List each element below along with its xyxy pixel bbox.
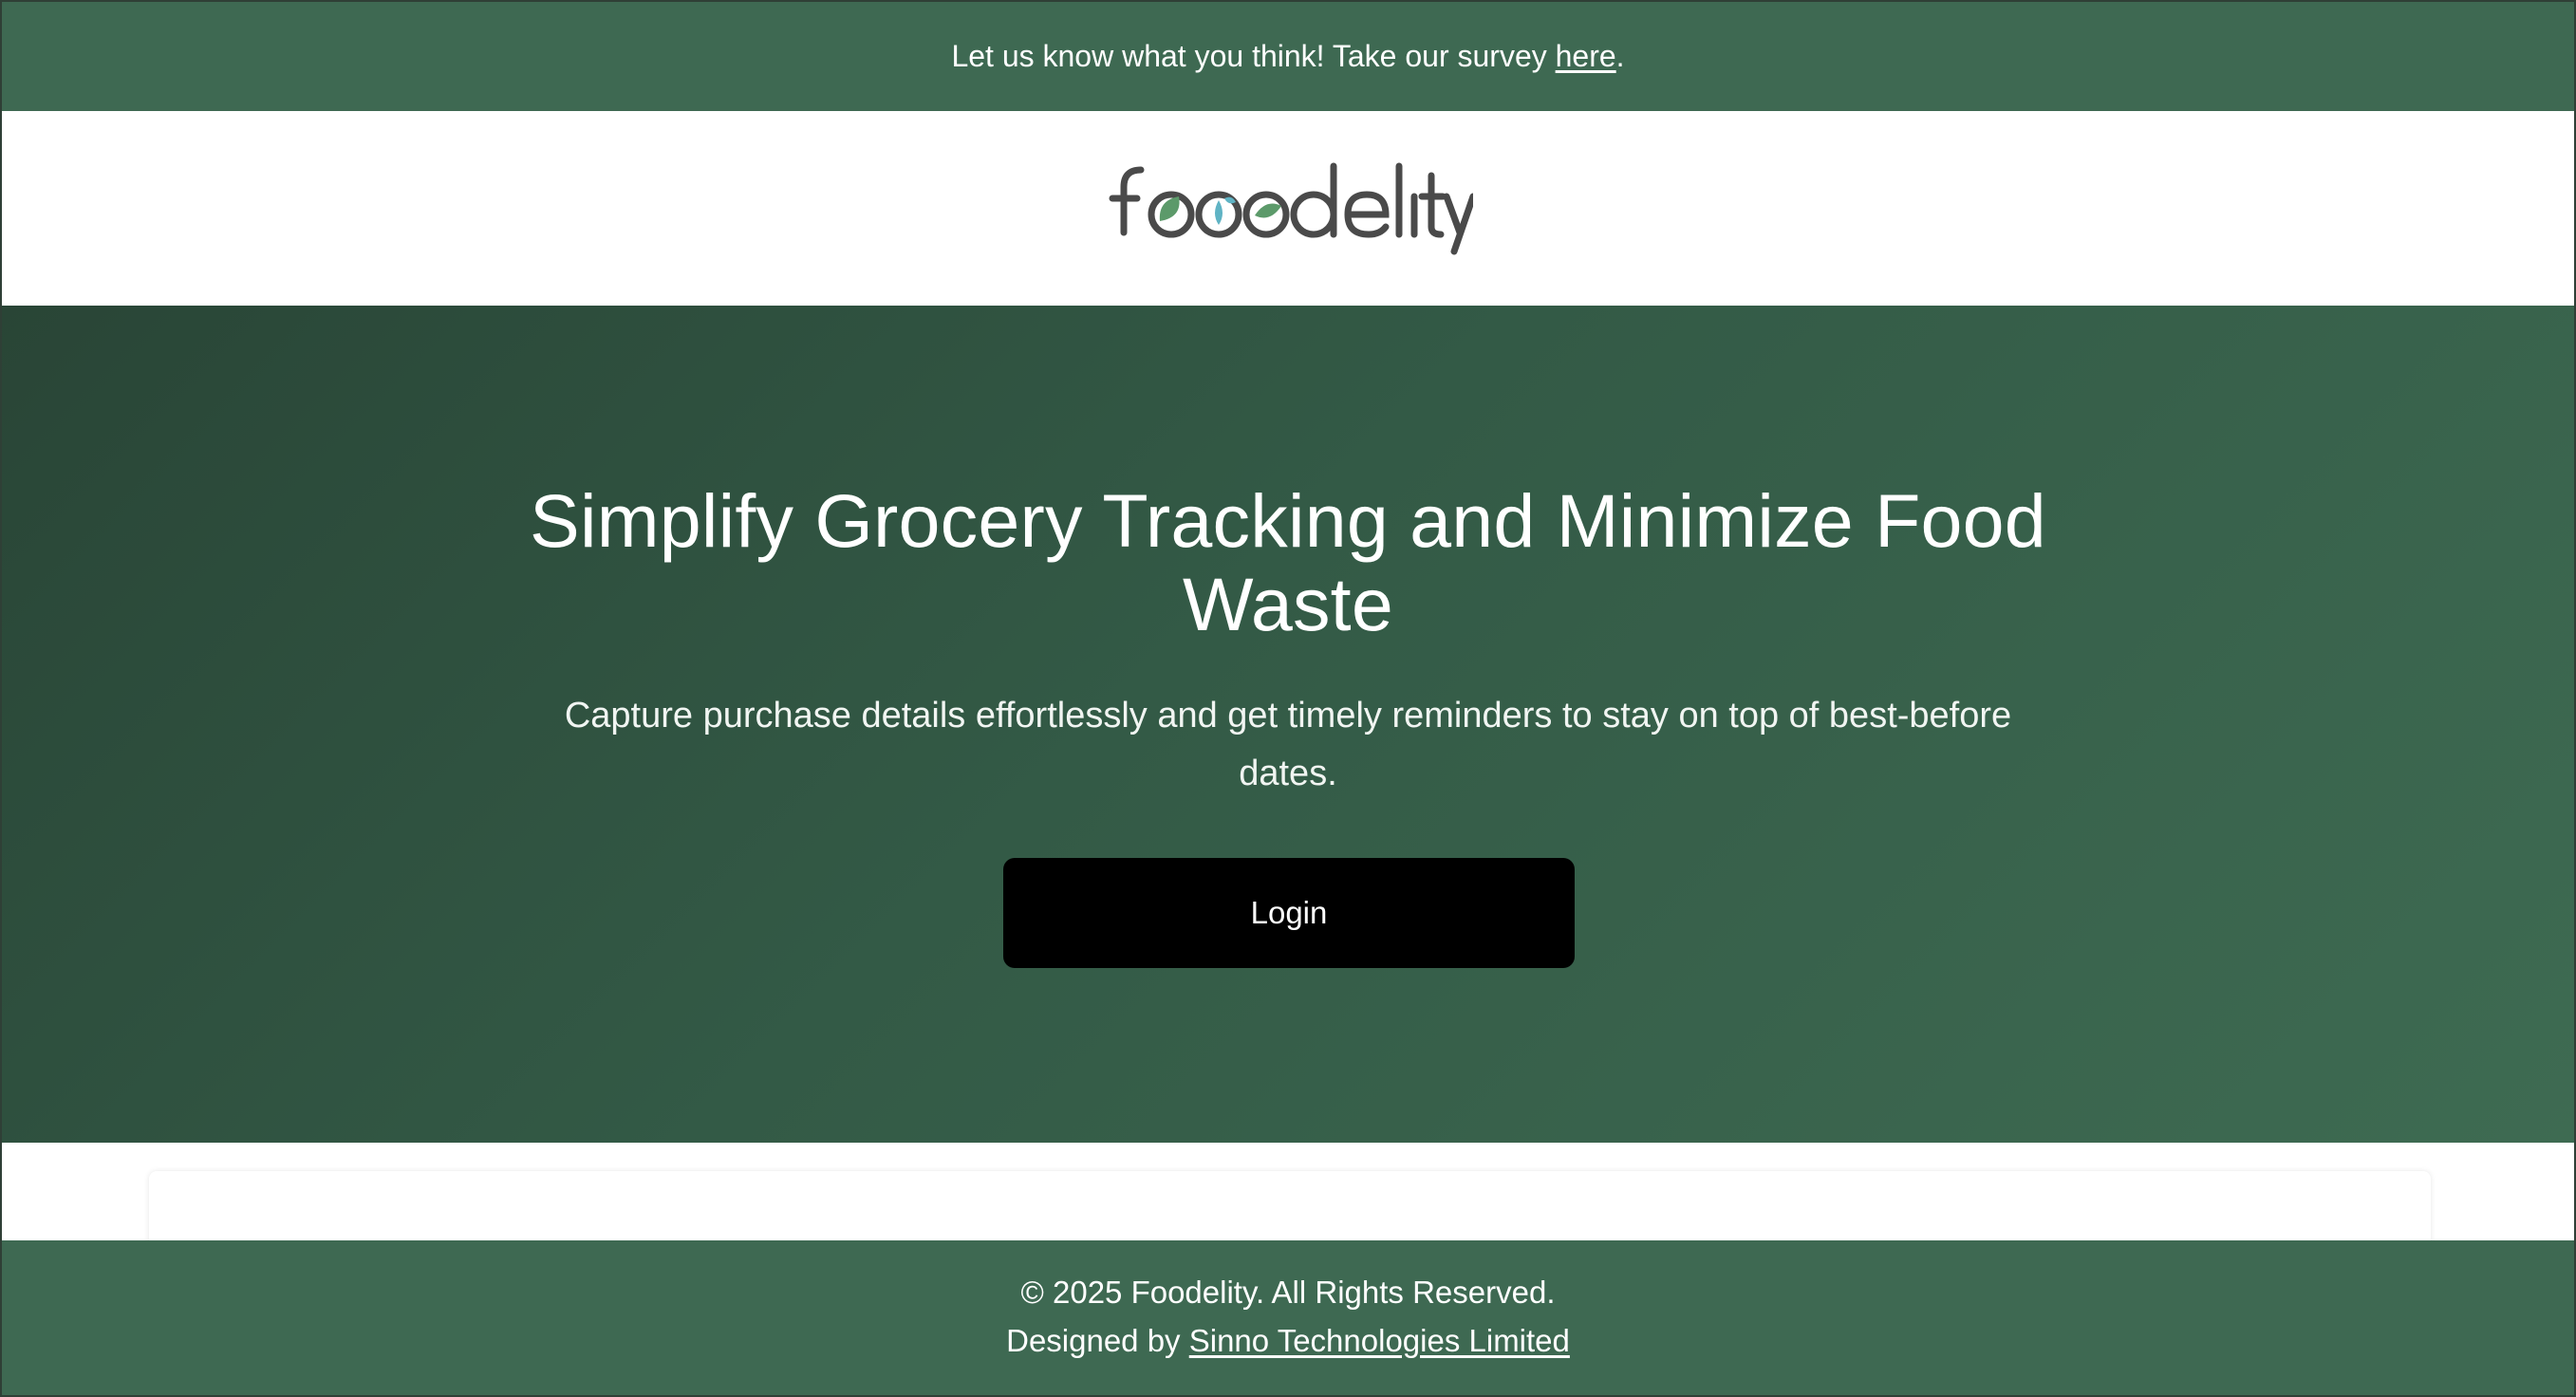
survey-text: Let us know what you think! Take our sur… [951, 39, 1556, 73]
designed-by: Designed by Sinno Technologies Limited [2, 1322, 2574, 1360]
leaf-droplet-icon [1159, 196, 1281, 225]
survey-suffix: . [1615, 39, 1625, 73]
logo[interactable]: foodelity [1103, 157, 1473, 261]
site-header: foodelity [2, 111, 2574, 306]
site-footer: © 2025 Foodelity. All Rights Reserved. D… [2, 1240, 2574, 1395]
survey-link[interactable]: here [1556, 39, 1616, 74]
login-button[interactable]: Login [1003, 858, 1575, 968]
hero-title: Simplify Grocery Tracking and Minimize F… [530, 478, 2046, 646]
designed-by-label: Designed by [1006, 1323, 1189, 1358]
hero-section: Simplify Grocery Tracking and Minimize F… [2, 306, 2574, 1143]
page: Let us know what you think! Take our sur… [0, 0, 2576, 1397]
hero-subtitle: Capture purchase details effortlessly an… [564, 696, 2012, 793]
survey-banner: Let us know what you think! Take our sur… [2, 2, 2574, 111]
logo-text: foodelity [1103, 157, 1107, 158]
designer-link[interactable]: Sinno Technologies Limited [1189, 1323, 1570, 1358]
copyright-text: © 2025 Foodelity. All Rights Reserved. [1020, 1275, 1556, 1310]
